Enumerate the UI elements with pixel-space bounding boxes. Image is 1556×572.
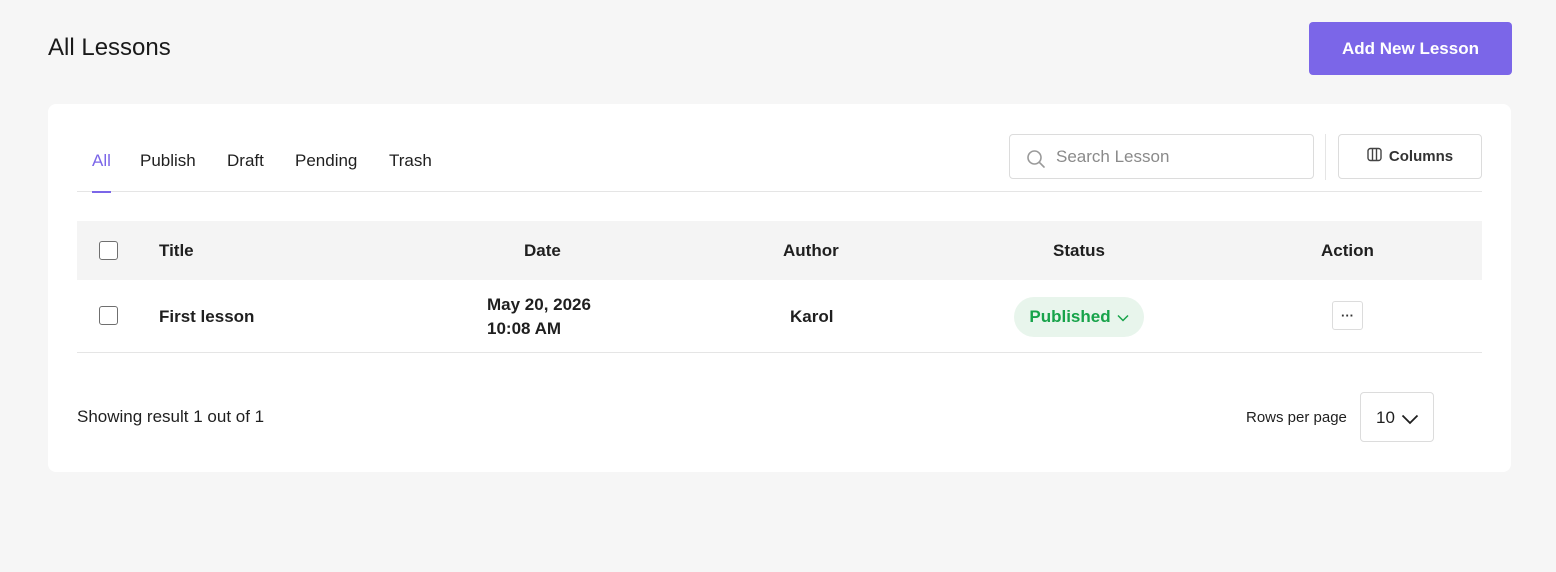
select-all-checkbox[interactable] [99, 241, 118, 260]
status-badge: Published [1029, 307, 1111, 326]
row-checkbox[interactable] [99, 306, 118, 325]
column-header-author: Author [783, 241, 839, 260]
tab-trash[interactable]: Trash [389, 151, 432, 192]
search-input[interactable] [1056, 135, 1306, 178]
lesson-time: 10:08 AM [487, 319, 562, 338]
tab-pending[interactable]: Pending [295, 151, 357, 192]
tab-draft[interactable]: Draft [227, 151, 264, 192]
lesson-author: Karol [790, 307, 834, 326]
status-dropdown[interactable]: Published [1014, 297, 1144, 337]
columns-button-label: Columns [1388, 148, 1454, 165]
column-header-action: Action [1321, 241, 1374, 260]
page-title: All Lessons [48, 34, 171, 61]
columns-button[interactable]: Columns [1338, 134, 1482, 179]
add-new-lesson-button[interactable]: Add New Lesson [1309, 22, 1512, 75]
toolbar-divider [1325, 134, 1326, 180]
results-count: Showing result 1 out of 1 [77, 407, 265, 426]
lesson-title[interactable]: First lesson [159, 307, 254, 327]
lesson-date: May 20, 2026 [487, 295, 591, 314]
tab-publish[interactable]: Publish [140, 151, 196, 192]
rows-per-page-value: 10 [1376, 408, 1395, 427]
row-action-menu-button[interactable]: ··· [1332, 301, 1363, 330]
table-row: First lesson May 20, 2026 10:08 AM Karol… [77, 280, 1482, 353]
column-header-date: Date [524, 241, 561, 260]
search-box [1009, 134, 1314, 179]
table-header: Title Date Author Status Action [77, 221, 1482, 280]
column-header-title: Title [159, 241, 194, 260]
rows-per-page-label: Rows per page [1246, 409, 1347, 426]
rows-per-page-select[interactable]: 10 [1360, 392, 1434, 442]
lessons-card: All Publish Draft Pending Trash Columns … [48, 104, 1511, 472]
search-icon [1026, 149, 1046, 174]
chevron-down-icon [1401, 410, 1419, 430]
column-header-status: Status [1053, 241, 1105, 260]
chevron-down-icon [1117, 307, 1129, 327]
columns-icon [1367, 147, 1382, 166]
tab-all[interactable]: All [92, 151, 111, 193]
